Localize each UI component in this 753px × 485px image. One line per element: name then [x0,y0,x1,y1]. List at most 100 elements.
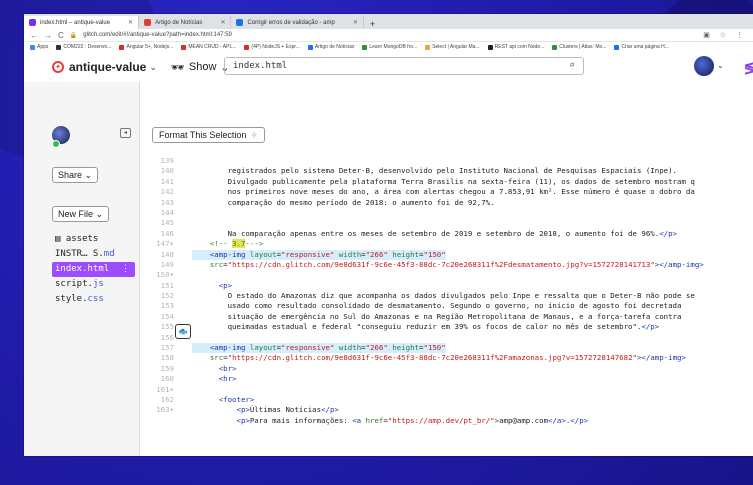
bookmark-item[interactable]: (4P) NodeJS + Expr... [244,44,300,50]
file-item[interactable]: script. js [52,277,135,292]
code-line: 140 registrados pelo sistema Deter-B, de… [140,166,753,176]
search-icon[interactable]: ⌕ [569,60,575,71]
line-number: 140 [160,166,174,176]
folder-icon: ▤ [55,234,66,244]
code-line: 142 nos primeiros nove meses do ano, a á… [140,187,753,197]
tab-title: Corrigir erros de validação - amp [247,19,335,26]
code-line: 158 src="https://cdn.glitch.com/9e8d631f… [140,353,753,363]
show-button[interactable]: 🕶 Show ⌄ [171,61,230,74]
bookmark-item[interactable]: Angular 5+, Nodejs... [119,44,173,50]
line-number: 153 [160,301,174,311]
code-line: 145 [140,218,753,228]
code-line: 157 <amp-img layout="responsive" width="… [140,343,753,354]
code-line: 155 queimadas estadual e federal "conseg… [140,322,753,332]
line-number: 154 [160,311,174,321]
bookmark-item[interactable]: Clusters | Atlas: Mo... [552,44,606,50]
line-text: <p> [218,280,233,290]
code-line: 139 O ano de 2019 já é o pior desde 2016… [140,156,753,166]
line-text: <footer> [218,394,255,404]
sparkle-icon: ✧ [250,129,258,140]
line-number: 150▾ [156,270,174,280]
line-text: Na comparação apenas entre os meses de s… [192,228,678,238]
browser-tab[interactable]: Corrigir erros de validação - amp ✕ [231,16,364,29]
forward-icon[interactable]: → [44,31,52,40]
project-logo-icon[interactable]: ✦ [52,61,64,73]
chevron-down-icon[interactable]: ⌄ [717,61,724,70]
glitch-helper-icon[interactable]: 🐟 [175,324,191,339]
file-extension: md [103,249,115,259]
line-number: 149 [160,259,174,269]
bookmark-label: REST api com Node... [494,44,545,50]
file-item[interactable]: style. css [52,292,135,307]
format-selection-button[interactable]: Format This Selection ✧ [152,127,265,143]
browser-tab[interactable]: index.html – antique-value ✕ [24,16,140,29]
bookmark-item[interactable]: REST api com Node... [487,44,545,50]
format-label: Format This Selection [159,130,247,140]
close-icon[interactable]: ✕ [353,19,358,26]
file-extension: html [87,264,110,274]
code-line: 143 comparação do mesmo período de 2018:… [140,198,753,208]
line-text: Divulgado publicamente pela plataforma T… [192,176,695,186]
line-number: 145 [160,218,174,228]
code-line: 160 <hr> [140,374,753,384]
new-file-button[interactable]: New File ⌄ [52,206,110,222]
sunglasses-icon: 🕶 [170,61,185,74]
show-label: Show [188,61,217,73]
more-options-icon[interactable]: ⋮ [121,262,130,277]
bookmark-item[interactable]: MEAN CRUD - APL... [181,44,236,50]
code-line: 148 <amp-img layout="responsive" width="… [140,249,753,260]
browser-actions[interactable]: ▣ ☆ ⋮ [703,31,747,39]
file-search-input[interactable]: index.html ⌕ [224,57,584,75]
bookmark-label: Angular 5+, Nodejs... [126,44,174,50]
bookmark-icon [362,44,368,50]
share-button[interactable]: Share ⌄ [52,167,99,183]
bookmark-label: Clusters | Atlas: Mo... [559,44,607,50]
line-number: 146 [160,228,174,238]
line-number: 144 [160,207,174,217]
line-text: <p>Últimas Notícias</p> [236,405,339,415]
bookmark-label: Apps [37,44,49,50]
file-name: INSTR… S. [55,249,104,259]
file-item[interactable]: index. html ⋮ [52,262,135,277]
collapse-sidebar-icon[interactable]: ◂ [120,128,131,138]
bookmark-item[interactable]: Apps [30,44,48,50]
line-number: 143 [160,197,174,207]
file-name: index. [55,264,88,274]
bookmark-label: Criar uma página H... [621,44,669,50]
back-icon[interactable]: ← [30,31,38,40]
bookmark-icon [119,44,125,50]
url-text[interactable]: glitch.com/edit/#!/antique-value?path=in… [83,32,697,38]
sidebar: ◂ Share ⌄ New File ⌄ ▤ assets INSTR… S. md… [24,82,140,456]
browser-tab[interactable]: Artigo de Notícias ✕ [139,16,232,29]
line-number: 160 [160,374,174,384]
chevron-down-icon[interactable]: ⌄ [149,62,157,73]
bookmark-icon [56,44,62,50]
bookmark-icon [30,44,35,50]
line-number: 139 [160,156,174,165]
tab-strip: index.html – antique-value ✕ Artigo de Not… [24,14,753,29]
line-number: 148 [160,249,174,259]
project-name[interactable]: antique-value [69,60,146,74]
line-number: 157 [160,343,174,353]
code-line: 162 <footer> [140,395,753,405]
bookmark-item[interactable]: COM222 : Desenvo... [56,44,111,50]
address-bar[interactable]: ← → C 🔒 glitch.com/edit/#!/antique-value… [24,29,753,42]
bookmark-item[interactable]: Select | Angular Ma... [425,44,480,50]
line-number: 162 [160,394,174,404]
file-list: ▤ assets INSTR… S. md index. html ⋮ script. js s… [52,232,135,307]
close-icon[interactable]: ✕ [128,19,133,26]
line-text: <amp-img layout="responsive" width="266"… [192,343,446,354]
new-tab-button[interactable]: + [364,19,381,29]
reload-icon[interactable]: C [58,31,64,40]
code-editor[interactable]: 139 O ano de 2019 já é o pior desde 2016… [140,156,753,426]
file-item[interactable]: ▤ assets [52,232,135,247]
user-avatar[interactable] [694,56,714,76]
bookmark-item[interactable]: Criar uma página H... [614,44,669,50]
bookmark-item[interactable]: Learn MongoDB fro... [362,44,417,50]
code-line: 146 Na comparação apenas entre os meses … [140,229,753,239]
file-item[interactable]: INSTR… S. md [52,247,135,262]
bookmark-item[interactable]: Artigo de Notícias [307,44,354,50]
line-text: src="https://cdn.glitch.com/9e8d631f-9c6… [209,259,704,269]
close-icon[interactable]: ✕ [220,19,225,26]
code-line: 152 O estado do Amazonas diz que acompan… [140,291,753,301]
